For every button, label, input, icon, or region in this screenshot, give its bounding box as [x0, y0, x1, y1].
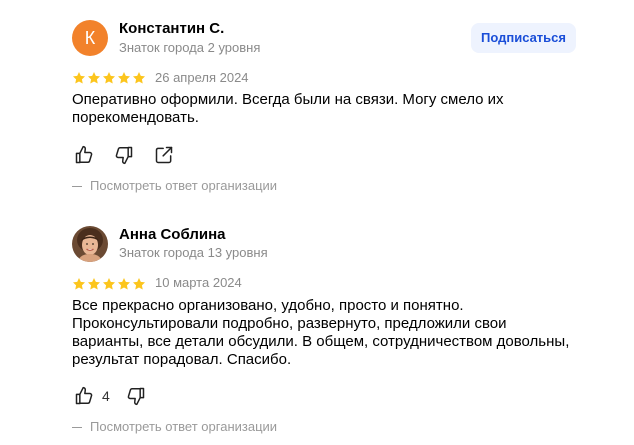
star-icon: [102, 278, 116, 290]
star-icon: [102, 72, 116, 84]
author-level: Знаток города 2 уровня: [119, 40, 261, 55]
review-text: Оперативно оформили. Всегда были на связ…: [72, 91, 504, 126]
like-count: 4: [102, 388, 110, 404]
star-icon: [72, 72, 86, 84]
review-text: Все прекрасно организовано, удобно, прос…: [72, 297, 570, 368]
author-level: Знаток города 13 уровня: [119, 245, 268, 260]
avatar[interactable]: [72, 226, 108, 262]
user-photo-avatar-icon: [72, 226, 108, 262]
org-reply-link[interactable]: Посмотреть ответ организации: [72, 419, 277, 434]
like-button[interactable]: [74, 145, 94, 165]
subscribe-button[interactable]: Подписаться: [470, 23, 576, 53]
author-name[interactable]: Анна Соблина: [119, 226, 226, 243]
share-icon: [155, 146, 173, 164]
star-icon: [132, 278, 146, 290]
rating-stars: [72, 277, 146, 291]
avatar-letter: К: [84, 28, 96, 48]
author-name[interactable]: Константин С.: [119, 20, 224, 37]
star-icon: [117, 278, 131, 290]
review-date: 26 апреля 2024: [155, 70, 249, 85]
dislike-icon: [127, 387, 145, 406]
like-icon: [75, 145, 93, 164]
dash-icon: [72, 186, 82, 188]
review-date: 10 марта 2024: [155, 275, 242, 290]
like-icon: [75, 386, 93, 405]
org-reply-label: Посмотреть ответ организации: [90, 419, 278, 434]
avatar[interactable]: К: [72, 20, 108, 56]
dislike-button[interactable]: [126, 386, 146, 406]
star-icon: [72, 278, 86, 290]
rating-stars: [72, 71, 146, 85]
share-button[interactable]: [154, 145, 174, 165]
star-icon: [117, 72, 131, 84]
dislike-button[interactable]: [114, 145, 134, 165]
org-reply-label: Посмотреть ответ организации: [90, 178, 278, 193]
org-reply-link[interactable]: Посмотреть ответ организации: [72, 178, 277, 193]
star-icon: [87, 72, 101, 84]
star-icon: [132, 72, 146, 84]
like-button[interactable]: 4: [74, 386, 110, 406]
dash-icon: [72, 427, 82, 429]
star-icon: [87, 278, 101, 290]
dislike-icon: [115, 146, 133, 165]
